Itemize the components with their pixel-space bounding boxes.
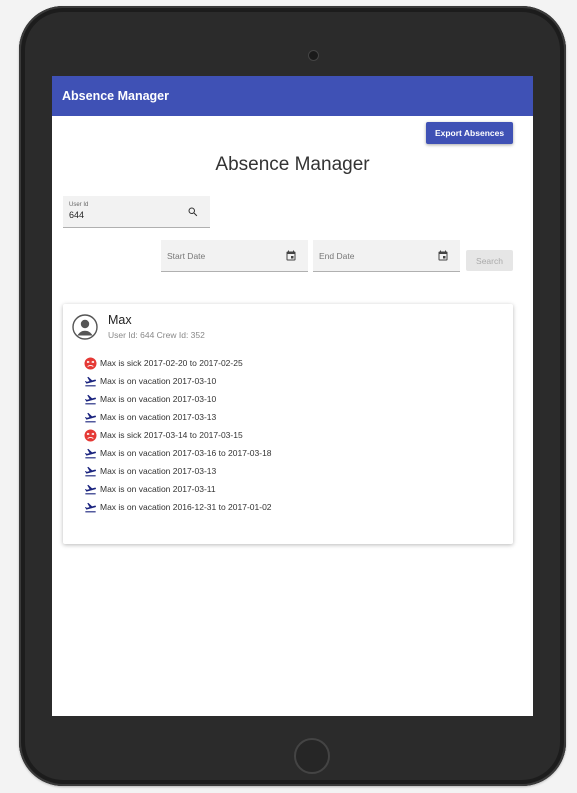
start-date-placeholder: Start Date: [167, 251, 206, 261]
start-date-field[interactable]: Start Date: [161, 240, 308, 272]
absence-text: Max is on vacation 2017-03-11: [100, 484, 216, 494]
app-title: Absence Manager: [62, 89, 169, 103]
end-date-field[interactable]: End Date: [313, 240, 460, 272]
user-name: Max: [108, 313, 132, 327]
export-absences-button[interactable]: Export Absences: [426, 122, 513, 144]
absence-text: Max is sick 2017-02-20 to 2017-02-25: [100, 358, 243, 368]
app-screen: Absence Manager Export Absences Absence …: [52, 76, 533, 716]
search-icon[interactable]: [187, 205, 199, 217]
page-title: Absence Manager: [215, 154, 370, 175]
user-absence-card: Max User Id: 644 Crew Id: 352 Max is sic…: [63, 304, 513, 544]
flight-icon: [84, 393, 97, 406]
absence-item: Max is on vacation 2016-12-31 to 2017-01…: [84, 498, 272, 516]
flight-icon: [84, 501, 97, 514]
absence-text: Max is on vacation 2017-03-10: [100, 394, 217, 404]
absence-item: Max is on vacation 2017-03-11: [84, 480, 272, 498]
absence-item: Max is on vacation 2017-03-13: [84, 462, 272, 480]
calendar-icon[interactable]: [285, 249, 297, 261]
absence-item: Max is on vacation 2017-03-10: [84, 390, 272, 408]
sick-icon: [84, 357, 97, 370]
flight-icon: [84, 375, 97, 388]
avatar-icon: [72, 314, 98, 340]
sick-icon: [84, 429, 97, 442]
calendar-icon[interactable]: [437, 249, 449, 261]
absence-item: Max is on vacation 2017-03-13: [84, 408, 272, 426]
absence-item: Max is sick 2017-03-14 to 2017-03-15: [84, 426, 272, 444]
absence-item: Max is sick 2017-02-20 to 2017-02-25: [84, 354, 272, 372]
absence-text: Max is sick 2017-03-14 to 2017-03-15: [100, 430, 243, 440]
user-id-field[interactable]: User Id: [63, 196, 210, 228]
flight-icon: [84, 483, 97, 496]
absence-text: Max is on vacation 2017-03-16 to 2017-03…: [100, 448, 272, 458]
camera: [308, 50, 319, 61]
absence-text: Max is on vacation 2017-03-10: [100, 376, 217, 386]
absence-text: Max is on vacation 2016-12-31 to 2017-01…: [100, 502, 272, 512]
flight-icon: [84, 411, 97, 424]
app-bar: Absence Manager: [52, 76, 533, 116]
flight-icon: [84, 465, 97, 478]
user-id-input[interactable]: [69, 210, 169, 220]
absence-text: Max is on vacation 2017-03-13: [100, 466, 217, 476]
search-button[interactable]: Search: [466, 250, 513, 271]
absence-text: Max is on vacation 2017-03-13: [100, 412, 217, 422]
absence-item: Max is on vacation 2017-03-16 to 2017-03…: [84, 444, 272, 462]
end-date-placeholder: End Date: [319, 251, 355, 261]
user-id-label: User Id: [69, 202, 89, 208]
home-button[interactable]: [294, 738, 330, 774]
flight-icon: [84, 447, 97, 460]
absence-item: Max is on vacation 2017-03-10: [84, 372, 272, 390]
user-meta: User Id: 644 Crew Id: 352: [108, 330, 205, 340]
absence-list: Max is sick 2017-02-20 to 2017-02-25 Max…: [84, 354, 272, 516]
